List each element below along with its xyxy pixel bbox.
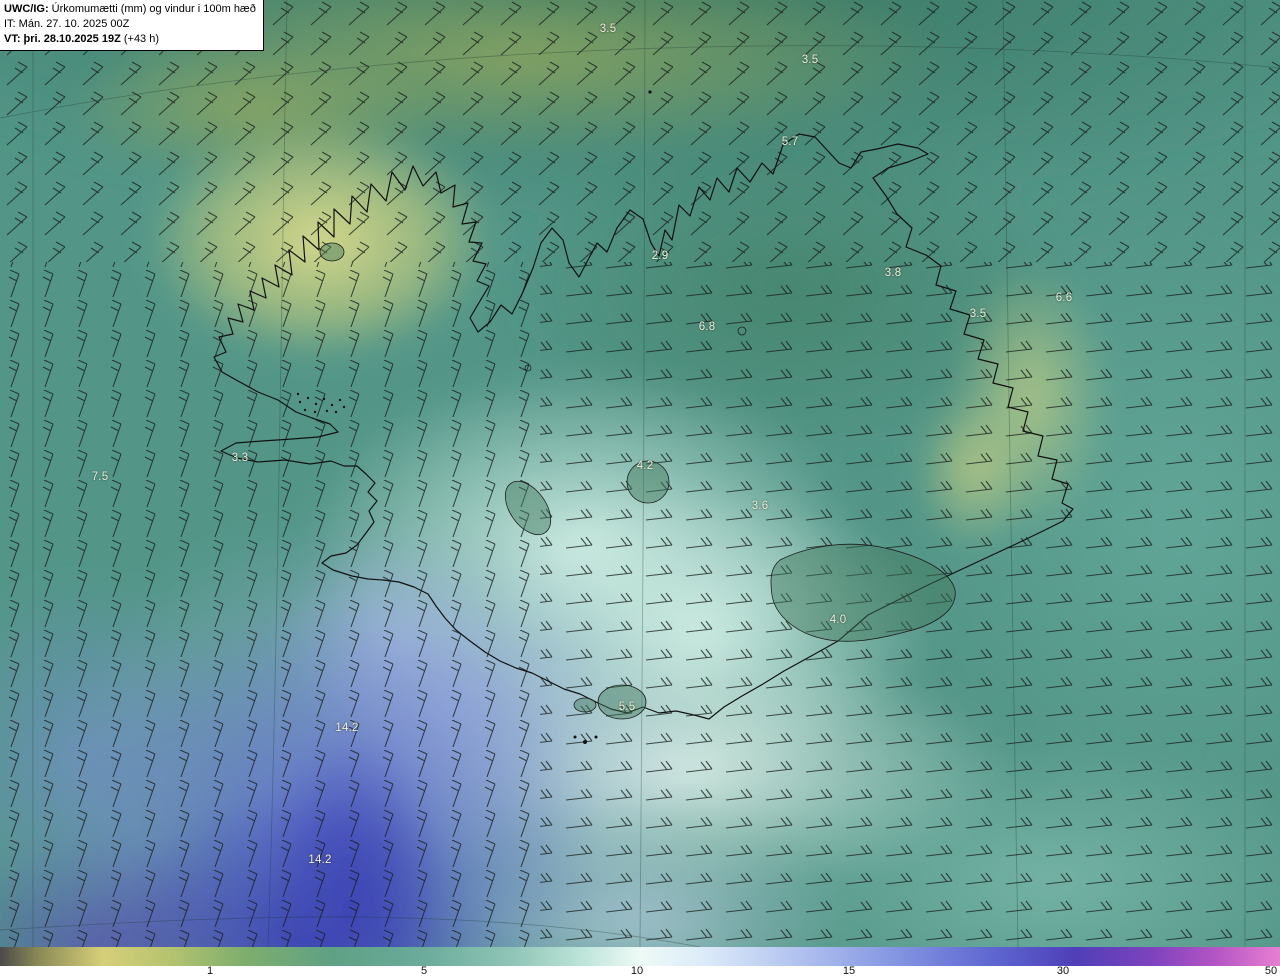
model-title: Úrkomumætti (mm) og vindur i 100m hæð bbox=[48, 3, 256, 15]
init-time: Mán. 27. 10. 2025 00Z bbox=[15, 17, 130, 30]
precipitation-colorbar: 1 5 10 15 30 50 bbox=[0, 947, 1280, 978]
colorbar-tick-label: 1 bbox=[206, 965, 214, 977]
colorbar-tick-label: 30 bbox=[1056, 965, 1070, 977]
colorbar-tick-label: 50 bbox=[1264, 965, 1278, 977]
valid-time-line: VT: þri. 28.10.2025 19Z (+43 h) bbox=[4, 32, 256, 47]
valid-time: þri. 28.10.2025 19Z bbox=[20, 32, 121, 45]
model-title-line: UWC/IG: Úrkomumætti (mm) og vindur i 100… bbox=[4, 2, 256, 17]
valid-label: VT: bbox=[4, 32, 21, 45]
init-time-line: IT: Mán. 27. 10. 2025 00Z bbox=[4, 17, 256, 32]
map-title-box: UWC/IG: Úrkomumætti (mm) og vindur i 100… bbox=[0, 0, 264, 51]
colorbar-tick-label: 15 bbox=[842, 965, 856, 977]
valid-offset: (+43 h) bbox=[120, 32, 160, 45]
colorbar-tick-label: 10 bbox=[630, 965, 644, 977]
precipitation-wind-map bbox=[0, 0, 1280, 947]
colorbar-tick-label: 5 bbox=[420, 965, 428, 977]
colorbar-gradient bbox=[0, 947, 1280, 966]
colorbar-ticks: 1 5 10 15 30 50 bbox=[0, 965, 1280, 978]
model-label: UWC/IG: bbox=[4, 3, 49, 15]
init-label: IT: bbox=[4, 17, 16, 30]
weather-map-app: 3.5 3.5 5.7 2.9 3.8 6.6 3.5 6.8 3.3 7.5 4.2 3.6 4.0 5… bbox=[0, 0, 1280, 978]
